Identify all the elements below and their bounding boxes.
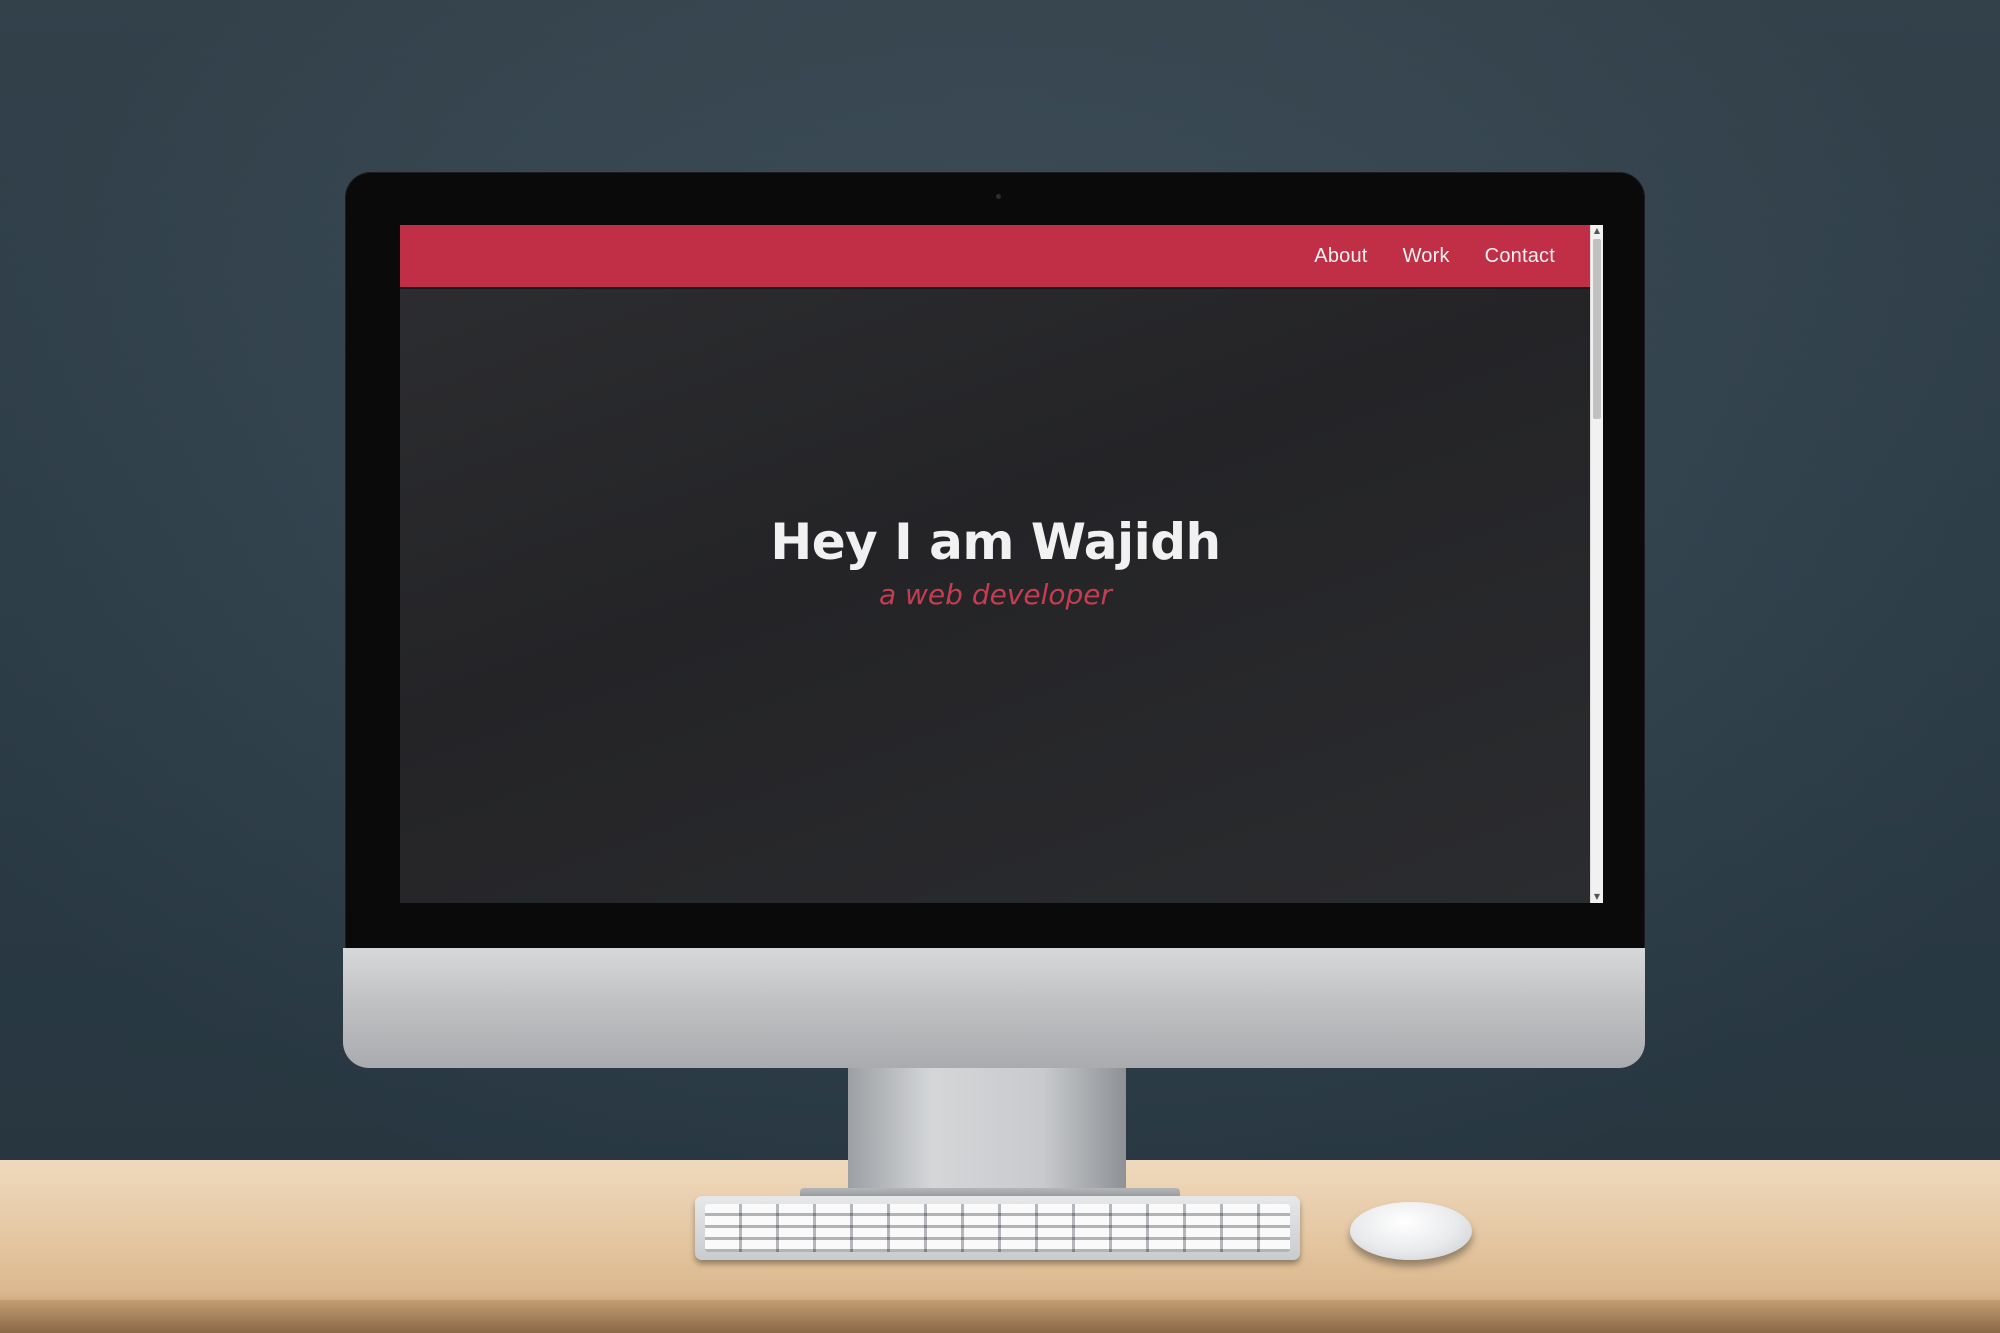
mouse xyxy=(1350,1202,1472,1260)
nav-link-work[interactable]: Work xyxy=(1403,245,1450,268)
navbar: About Work Contact xyxy=(400,225,1591,289)
keyboard-keys xyxy=(705,1204,1290,1252)
hero-section: Hey I am Wajidh a web developer xyxy=(400,513,1591,612)
arrow-up-icon[interactable]: ▲ xyxy=(1591,225,1603,237)
nav-link-contact[interactable]: Contact xyxy=(1485,245,1555,268)
arrow-down-icon[interactable]: ▼ xyxy=(1591,891,1603,903)
monitor-stand xyxy=(848,1068,1126,1196)
webcam-icon xyxy=(996,194,1001,199)
hero-subtitle: a web developer xyxy=(878,578,1113,611)
keyboard xyxy=(695,1196,1300,1260)
hero-title: Hey I am Wajidh xyxy=(770,513,1221,571)
nav-links: About Work Contact xyxy=(1314,225,1555,287)
monitor-chin xyxy=(343,948,1645,1068)
scrollbar-thumb[interactable] xyxy=(1593,239,1601,419)
nav-link-about[interactable]: About xyxy=(1314,245,1367,268)
desk-edge xyxy=(0,1300,2000,1333)
vertical-scrollbar[interactable]: ▲ ▼ xyxy=(1590,225,1603,903)
browser-viewport: About Work Contact Hey I am Wajidh a web… xyxy=(400,225,1603,903)
